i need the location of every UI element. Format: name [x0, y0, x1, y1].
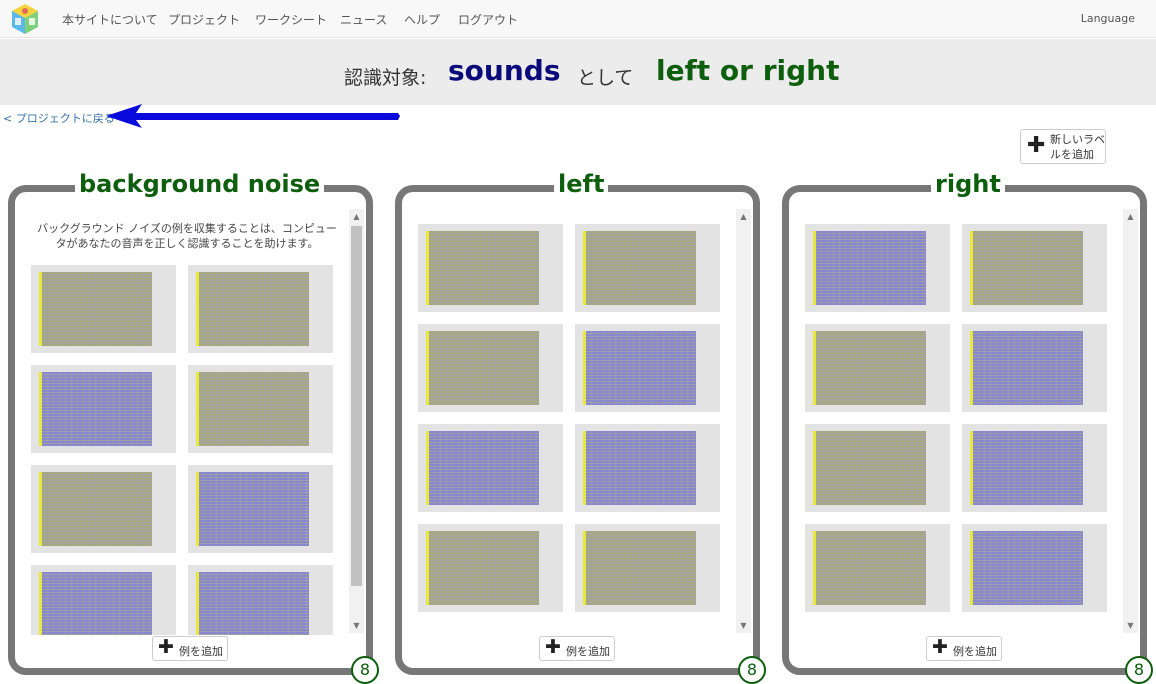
- language-menu[interactable]: Language: [1081, 12, 1135, 25]
- example-tile[interactable]: [418, 424, 563, 512]
- add-example-text: 例を追加: [179, 645, 223, 658]
- spectrogram-image: [583, 431, 696, 505]
- nav-about[interactable]: 本サイトについて: [62, 11, 158, 28]
- nav-projects[interactable]: プロジェクト: [168, 11, 240, 28]
- scroll-down-icon[interactable]: ▼: [349, 618, 364, 633]
- example-tile[interactable]: [31, 265, 176, 353]
- example-tile[interactable]: [418, 224, 563, 312]
- plus-icon: ✚: [1027, 133, 1046, 158]
- spectrogram-image: [813, 231, 926, 305]
- ml-logo-icon[interactable]: [10, 3, 40, 35]
- heading-middle: として: [577, 67, 634, 89]
- plus-icon: ✚: [932, 636, 948, 658]
- example-tile[interactable]: [418, 324, 563, 412]
- scrollbar[interactable]: ▲ ▼: [349, 209, 364, 633]
- add-example-text: 例を追加: [566, 645, 610, 658]
- scroll-up-icon[interactable]: ▲: [1123, 209, 1138, 224]
- add-new-label-text: 新しいラベルを追加: [1050, 133, 1105, 161]
- example-tile[interactable]: [188, 365, 333, 453]
- spectrogram-image: [813, 331, 926, 405]
- spectrogram-image: [426, 531, 539, 605]
- heading-type: sounds: [448, 54, 561, 87]
- example-tile[interactable]: [188, 565, 333, 635]
- spectrogram-image: [583, 331, 696, 405]
- spectrogram-image: [426, 231, 539, 305]
- spectrogram-image: [970, 531, 1083, 605]
- example-tile[interactable]: [31, 565, 176, 635]
- label-title: right: [931, 169, 1005, 199]
- spectrogram-image: [196, 572, 309, 635]
- add-example-button[interactable]: ✚ 例を追加: [539, 636, 615, 661]
- spectrogram-image: [813, 531, 926, 605]
- label-bucket-background-noise: バックグラウンド ノイズの例を収集することは、コンピュータがあなたの音声を正しく…: [8, 185, 379, 684]
- add-new-label-button[interactable]: ✚ 新しいラベルを追加: [1020, 129, 1106, 164]
- spectrogram-image: [583, 531, 696, 605]
- add-example-button[interactable]: ✚ 例を追加: [926, 636, 1002, 661]
- spectrogram-image: [39, 372, 152, 446]
- example-tile[interactable]: [962, 324, 1107, 412]
- spectrogram-image: [196, 372, 309, 446]
- example-tile[interactable]: [962, 524, 1107, 612]
- spectrogram-image: [970, 231, 1083, 305]
- example-list[interactable]: バックグラウンド ノイズの例を収集することは、コンピュータがあなたの音声を正しく…: [22, 205, 342, 635]
- example-count-badge: 8: [351, 656, 379, 684]
- example-tile[interactable]: [575, 524, 720, 612]
- example-tile[interactable]: [575, 424, 720, 512]
- scrollbar[interactable]: ▲ ▼: [736, 209, 751, 633]
- spectrogram-image: [426, 331, 539, 405]
- example-tile[interactable]: [805, 524, 950, 612]
- scroll-down-icon[interactable]: ▼: [736, 618, 751, 633]
- example-tile[interactable]: [575, 224, 720, 312]
- heading-project-name: left or right: [656, 54, 840, 87]
- page-heading: 認識対象: sounds として left or right: [0, 39, 1156, 105]
- spectrogram-image: [39, 472, 152, 546]
- example-list[interactable]: [409, 205, 729, 635]
- spectrogram-image: [196, 472, 309, 546]
- nav-worksheets[interactable]: ワークシート: [255, 11, 327, 28]
- example-tile[interactable]: [805, 324, 950, 412]
- left-arrow-icon: [106, 104, 400, 128]
- spectrogram-image: [39, 272, 152, 346]
- example-tile[interactable]: [962, 424, 1107, 512]
- plus-icon: ✚: [545, 636, 561, 658]
- spectrogram-image: [970, 431, 1083, 505]
- example-tile[interactable]: [805, 424, 950, 512]
- spectrogram-image: [426, 431, 539, 505]
- add-example-button[interactable]: ✚ 例を追加: [152, 636, 228, 661]
- label-bucket-right: ▲ ▼ ✚ 例を追加 8: [782, 185, 1153, 684]
- add-example-text: 例を追加: [953, 645, 997, 658]
- example-tile[interactable]: [188, 465, 333, 553]
- example-count-badge: 8: [738, 656, 766, 684]
- example-tile[interactable]: [805, 224, 950, 312]
- scrollbar-thumb[interactable]: [351, 226, 362, 586]
- nav-news[interactable]: ニュース: [340, 11, 387, 28]
- nav-logout[interactable]: ログアウト: [458, 11, 518, 28]
- back-to-project-link[interactable]: < プロジェクトに戻る: [3, 110, 115, 126]
- example-tile[interactable]: [31, 365, 176, 453]
- spectrogram-image: [39, 572, 152, 635]
- example-list[interactable]: [796, 205, 1116, 635]
- spectrogram-image: [813, 431, 926, 505]
- label-title: background noise: [75, 169, 325, 199]
- heading-prefix: 認識対象:: [344, 67, 427, 89]
- example-tile[interactable]: [188, 265, 333, 353]
- scroll-down-icon[interactable]: ▼: [1123, 618, 1138, 633]
- spectrogram-image: [196, 272, 309, 346]
- spectrogram-image: [583, 231, 696, 305]
- scroll-up-icon[interactable]: ▲: [349, 209, 364, 224]
- example-tile[interactable]: [418, 524, 563, 612]
- label-title: left: [554, 169, 609, 199]
- example-tile[interactable]: [575, 324, 720, 412]
- navbar: 本サイトについて プロジェクト ワークシート ニュース ヘルプ ログアウト La…: [0, 0, 1156, 38]
- scrollbar[interactable]: ▲ ▼: [1123, 209, 1138, 633]
- bucket-message: バックグラウンド ノイズの例を収集することは、コンピュータがあなたの音声を正しく…: [37, 222, 337, 250]
- example-tile[interactable]: [31, 465, 176, 553]
- plus-icon: ✚: [158, 636, 174, 658]
- nav-help[interactable]: ヘルプ: [404, 11, 440, 28]
- scroll-up-icon[interactable]: ▲: [736, 209, 751, 224]
- example-tile[interactable]: [962, 224, 1107, 312]
- spectrogram-image: [970, 331, 1083, 405]
- example-count-badge: 8: [1125, 656, 1153, 684]
- label-bucket-left: ▲ ▼ ✚ 例を追加 8: [395, 185, 766, 684]
